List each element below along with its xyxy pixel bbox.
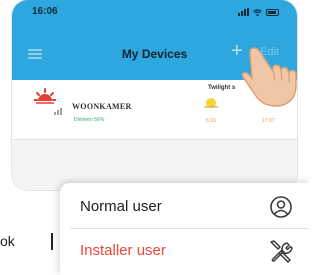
status-icons bbox=[238, 8, 279, 16]
normal-user-label: Normal user bbox=[80, 198, 162, 215]
status-bar: 16:06 bbox=[12, 0, 297, 26]
status-time: 16:06 bbox=[32, 6, 58, 17]
screenshot: 16:06 My Devices + Edit WOONKAMER Dimmen… bbox=[0, 0, 309, 275]
sunrise-icon bbox=[204, 98, 218, 108]
signal-strength-icon bbox=[54, 108, 62, 115]
time-off: 17:07 bbox=[262, 118, 275, 124]
sun-icon bbox=[34, 88, 56, 104]
text-cursor bbox=[51, 233, 53, 250]
background-text-fragment: ok bbox=[0, 233, 15, 249]
wifi-icon bbox=[253, 9, 262, 16]
menu-divider bbox=[70, 228, 309, 229]
twilight-label: Twilight s bbox=[208, 85, 236, 91]
device-status: Dimmen 56% bbox=[74, 117, 105, 123]
device-name: WOONKAMER bbox=[72, 102, 132, 111]
time-on: 6:16 bbox=[206, 118, 216, 124]
user-circle-icon bbox=[270, 196, 292, 218]
battery-icon bbox=[266, 9, 279, 16]
tools-icon bbox=[270, 240, 293, 263]
normal-user-option[interactable]: Normal user bbox=[60, 187, 309, 227]
pointing-hand-icon bbox=[241, 47, 297, 107]
installer-user-label: Installer user bbox=[80, 242, 166, 259]
signal-icon bbox=[238, 8, 249, 16]
installer-user-option[interactable]: Installer user bbox=[60, 231, 309, 271]
user-role-menu: Normal user Installer user bbox=[60, 183, 309, 275]
